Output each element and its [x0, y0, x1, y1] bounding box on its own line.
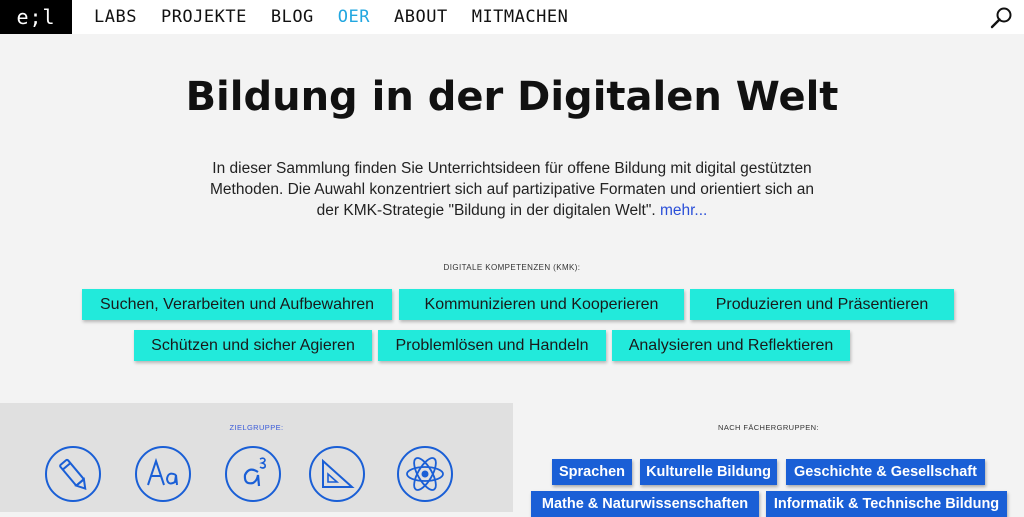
subject-button-geschichte[interactable]: Geschichte & Gesellschaft — [786, 459, 985, 485]
intro-line-3: der KMK-Strategie "Bildung in der digita… — [316, 202, 656, 219]
letters-icon[interactable] — [134, 445, 192, 503]
nav-item-about[interactable]: ABOUT — [394, 7, 448, 27]
intro-line-2: Methoden. Die Auwahl konzentriert sich a… — [210, 181, 814, 198]
subject-button-informatik[interactable]: Informatik & Technische Bildung — [766, 491, 1007, 517]
search-icon[interactable] — [990, 6, 1014, 30]
main-nav: LABS PROJEKTE BLOG OER ABOUT MITMACHEN — [94, 0, 592, 34]
kmk-chip-schuetzen[interactable]: Schützen und sicher Agieren — [134, 330, 372, 361]
math-icon[interactable] — [224, 445, 282, 503]
nav-item-projekte[interactable]: PROJEKTE — [161, 7, 247, 27]
pencil-icon[interactable] — [44, 445, 102, 503]
atom-icon[interactable] — [396, 445, 454, 503]
page-title: Bildung in der Digitalen Welt — [185, 74, 839, 120]
intro-line-1: In dieser Sammlung finden Sie Unterricht… — [212, 160, 812, 177]
faechergruppen-label: NACH FÄCHERGRUPPEN: — [718, 423, 819, 432]
kmk-chip-analysieren[interactable]: Analysieren und Reflektieren — [612, 330, 850, 361]
intro-text: In dieser Sammlung finden Sie Unterricht… — [180, 158, 844, 221]
nav-item-mitmachen[interactable]: MITMACHEN — [472, 7, 569, 27]
nav-item-labs[interactable]: LABS — [94, 7, 137, 27]
subject-button-mathe[interactable]: Mathe & Naturwissenschaften — [531, 491, 759, 517]
more-link[interactable]: mehr... — [660, 202, 707, 219]
subject-button-kulturelle-bildung[interactable]: Kulturelle Bildung — [640, 459, 777, 485]
triangle-ruler-icon[interactable] — [308, 445, 366, 503]
top-navigation-bar: e;l LABS PROJEKTE BLOG OER ABOUT MITMACH… — [0, 0, 1024, 34]
kmk-chip-kommunizieren[interactable]: Kommunizieren und Kooperieren — [399, 289, 684, 320]
kmk-chip-produzieren[interactable]: Produzieren und Präsentieren — [690, 289, 954, 320]
kmk-label: DIGITALE KOMPETENZEN (KMK): — [443, 263, 581, 272]
nav-item-oer[interactable]: OER — [338, 7, 370, 27]
site-logo[interactable]: e;l — [0, 0, 72, 34]
kmk-chip-problemloesen[interactable]: Problemlösen und Handeln — [378, 330, 606, 361]
nav-item-blog[interactable]: BLOG — [271, 7, 314, 27]
zielgruppe-label: ZIELGRUPPE: — [229, 423, 284, 432]
kmk-chip-suchen[interactable]: Suchen, Verarbeiten und Aufbewahren — [82, 289, 392, 320]
subject-button-sprachen[interactable]: Sprachen — [552, 459, 632, 485]
